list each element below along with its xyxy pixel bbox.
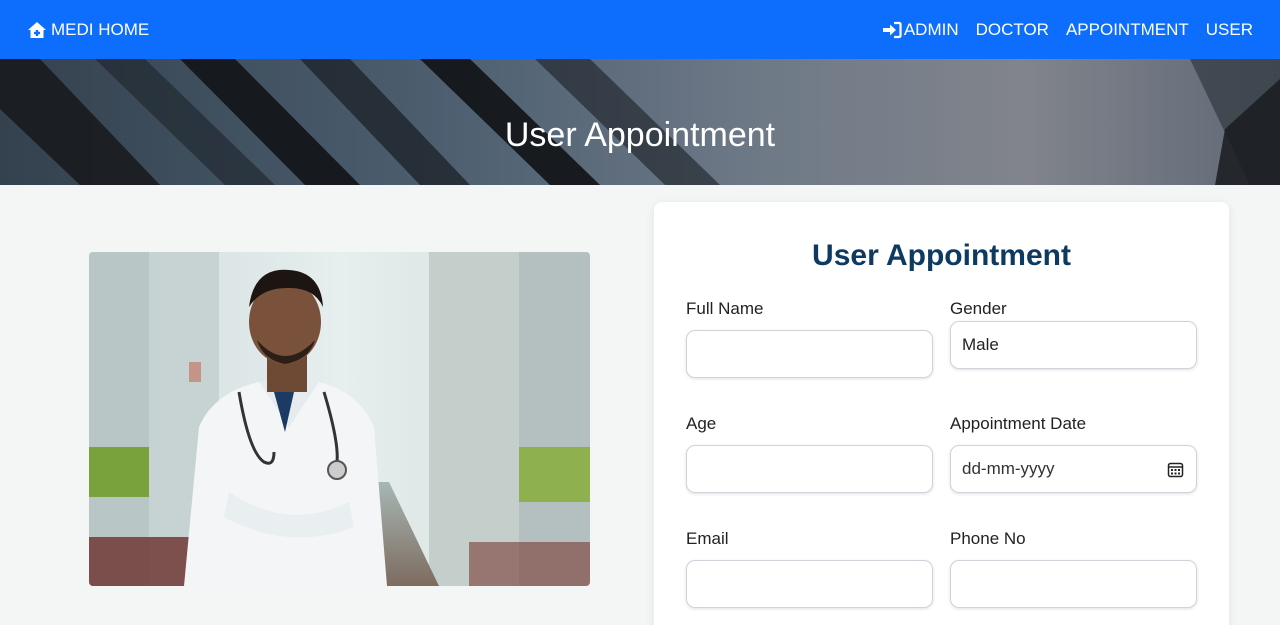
brand-link[interactable]: MEDI HOME	[27, 20, 149, 40]
appointment-form-card: User Appointment Full Name Gender Male A…	[654, 202, 1229, 625]
nav-admin-link[interactable]: ADMIN	[882, 20, 959, 40]
gender-label: Gender	[950, 299, 1007, 318]
email-input[interactable]	[686, 560, 933, 608]
login-icon	[882, 21, 902, 39]
appointment-date-label: Appointment Date	[950, 414, 1087, 433]
nav-user-label: USER	[1205, 19, 1253, 39]
top-navbar: MEDI HOME ADMIN DOCTOR APPOINTMENT USER	[0, 0, 1280, 59]
nav-doctor-link[interactable]: DOCTOR	[976, 20, 1049, 40]
nav-appointment-link[interactable]: APPOINTMENT	[1066, 20, 1189, 40]
home-icon	[27, 21, 47, 39]
nav-admin-label: ADMIN	[903, 19, 959, 39]
full-name-label: Full Name	[686, 299, 764, 318]
email-label: Email	[686, 529, 729, 548]
appointment-date-placeholder: dd-mm-yyyy	[962, 459, 1055, 478]
age-label: Age	[686, 414, 717, 433]
calendar-icon[interactable]	[1167, 461, 1184, 478]
phone-label: Phone No	[950, 529, 1026, 548]
age-input[interactable]	[686, 445, 933, 493]
full-name-input[interactable]	[686, 330, 933, 378]
doctor-photo	[89, 252, 590, 586]
gender-selected-value: Male	[962, 335, 999, 354]
banner-title: User Appointment	[504, 116, 776, 154]
gender-select[interactable]: Male	[950, 321, 1197, 369]
page-banner: User Appointment	[0, 59, 1280, 185]
nav-doctor-label: DOCTOR	[975, 19, 1049, 39]
nav-links: ADMIN DOCTOR APPOINTMENT USER	[865, 20, 1253, 40]
brand-label: MEDI HOME	[51, 19, 150, 39]
phone-input[interactable]	[950, 560, 1197, 608]
appointment-date-input[interactable]: dd-mm-yyyy	[950, 445, 1197, 493]
form-title: User Appointment	[812, 239, 1071, 272]
nav-appointment-label: APPOINTMENT	[1065, 19, 1189, 39]
nav-user-link[interactable]: USER	[1206, 20, 1253, 40]
